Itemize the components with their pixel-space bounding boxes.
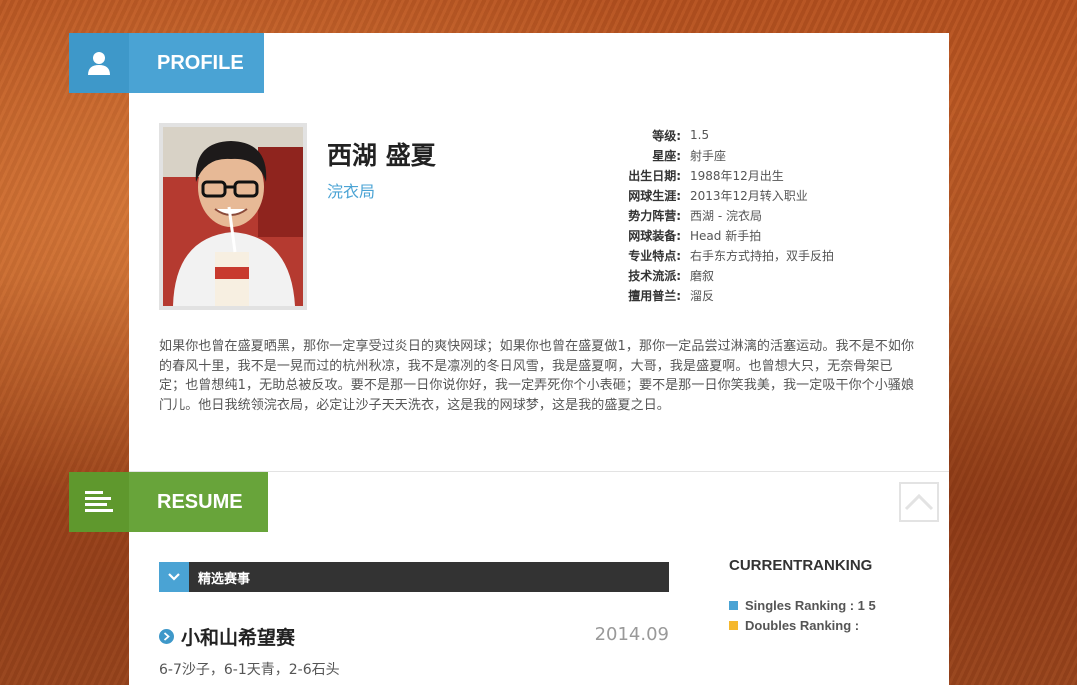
back-to-top-button[interactable] <box>899 482 939 522</box>
info-row: 专业特点: 右手东方式持拍，双手反拍 <box>590 245 900 265</box>
event-score: 6-7沙子，6-1天青，2-6石头 <box>159 662 340 678</box>
event-title-text: 小和山希望赛 <box>181 627 296 649</box>
profile-info-table: 等级: 1.5 星座: 射手座 出生日期: 1988年12月出生 网球生涯: 2… <box>590 125 900 305</box>
info-row: 星座: 射手座 <box>590 145 900 165</box>
featured-events-bar[interactable]: 精选赛事 <box>159 562 669 592</box>
info-value: Head 新手拍 <box>690 228 762 243</box>
avatar <box>159 123 307 310</box>
event-title[interactable]: 小和山希望赛 <box>159 623 295 650</box>
doubles-ranking-text: Doubles Ranking : <box>745 618 860 633</box>
chevron-up-icon <box>904 493 934 511</box>
event-date: 2014.09 <box>594 624 669 645</box>
info-key: 网球装备: <box>628 228 681 243</box>
profile-section-header: PROFILE <box>69 33 264 93</box>
singles-marker <box>729 601 738 610</box>
info-key: 势力阵营: <box>628 208 681 223</box>
user-icon <box>69 33 129 93</box>
profile-name: 西湖 盛夏 <box>327 141 436 170</box>
list-icon <box>69 472 129 532</box>
doubles-marker <box>729 621 738 630</box>
info-value: 磨叙 <box>690 268 715 283</box>
resume-header-label: RESUME <box>129 472 268 532</box>
info-value: 西湖 - 浣衣局 <box>690 208 762 223</box>
info-value: 溜反 <box>690 288 715 303</box>
doubles-ranking: Doubles Ranking : <box>729 618 859 633</box>
info-key: 技术流派: <box>628 268 681 283</box>
singles-ranking: Singles Ranking : 1 5 <box>729 598 876 613</box>
singles-ranking-text: Singles Ranking : 1 5 <box>745 598 876 613</box>
info-row: 技术流派: 磨叙 <box>590 265 900 285</box>
featured-events-label: 精选赛事 <box>198 571 251 587</box>
profile-team-link[interactable]: 浣衣局 <box>327 178 375 202</box>
info-key: 专业特点: <box>628 248 681 263</box>
chevron-down-icon <box>159 562 189 592</box>
info-row: 等级: 1.5 <box>590 125 900 145</box>
info-key: 星座: <box>652 148 681 163</box>
info-key: 网球生涯: <box>628 188 681 203</box>
profile-bio: 如果你也曾在盛夏晒黑，那你一定享受过炎日的爽快网球；如果你也曾在盛夏做1，那你一… <box>159 339 915 413</box>
info-value: 1988年12月出生 <box>690 168 784 183</box>
info-row: 擅用普兰: 溜反 <box>590 285 900 305</box>
info-key: 等级: <box>652 128 681 143</box>
ranking-title: CURRENTRANKING <box>729 557 873 574</box>
info-row: 出生日期: 1988年12月出生 <box>590 165 900 185</box>
info-key: 擅用普兰: <box>628 288 681 303</box>
info-value: 右手东方式持拍，双手反拍 <box>690 248 835 263</box>
resume-section-header: RESUME <box>69 472 268 532</box>
profile-header-label: PROFILE <box>129 33 264 93</box>
chevron-right-icon <box>159 629 174 644</box>
info-row: 网球生涯: 2013年12月转入职业 <box>590 185 900 205</box>
info-row: 势力阵营: 西湖 - 浣衣局 <box>590 205 900 225</box>
info-row: 网球装备: Head 新手拍 <box>590 225 900 245</box>
info-value: 2013年12月转入职业 <box>690 188 808 203</box>
info-key: 出生日期: <box>628 168 681 183</box>
info-value: 射手座 <box>690 148 727 163</box>
info-value: 1.5 <box>690 128 710 142</box>
